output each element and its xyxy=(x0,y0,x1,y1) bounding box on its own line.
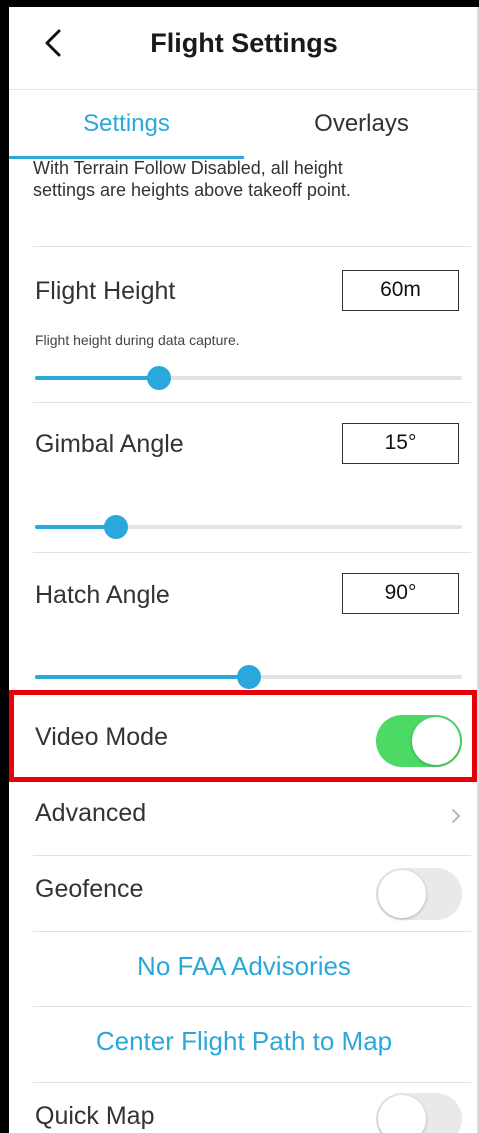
quick-map-label: Quick Map xyxy=(35,1102,155,1130)
slider-fill xyxy=(35,376,159,380)
flight-height-slider[interactable] xyxy=(35,366,462,390)
flight-height-help: Flight height during data capture. xyxy=(35,332,240,348)
advanced-label[interactable]: Advanced xyxy=(35,799,146,828)
gimbal-angle-label: Gimbal Angle xyxy=(35,430,184,458)
divider xyxy=(33,1082,471,1083)
toggle-knob xyxy=(378,1095,426,1133)
toggle-knob xyxy=(412,717,460,765)
chevron-right-icon[interactable] xyxy=(447,807,465,825)
divider xyxy=(33,780,471,781)
tab-overlays[interactable]: Overlays xyxy=(244,90,479,160)
geofence-label: Geofence xyxy=(35,875,144,903)
divider xyxy=(33,552,471,553)
slider-thumb[interactable] xyxy=(236,665,261,689)
slider-thumb[interactable] xyxy=(146,366,171,390)
flight-height-label: Flight Height xyxy=(35,277,176,305)
gimbal-angle-slider[interactable] xyxy=(35,515,462,539)
divider xyxy=(33,931,471,932)
slider-thumb[interactable] xyxy=(104,515,129,539)
flight-settings-screen: Flight Settings Settings Overlays With T… xyxy=(9,7,479,1133)
tab-bar: Settings Overlays xyxy=(9,90,479,160)
gimbal-angle-input[interactable]: 15° xyxy=(342,423,459,464)
toggle-knob xyxy=(378,870,426,918)
hatch-angle-slider[interactable] xyxy=(35,665,462,689)
page-title: Flight Settings xyxy=(150,28,338,58)
center-flight-path-link[interactable]: Center Flight Path to Map xyxy=(9,1026,479,1057)
tab-settings[interactable]: Settings xyxy=(9,90,244,160)
header: Flight Settings xyxy=(9,7,479,90)
video-mode-toggle[interactable] xyxy=(376,715,462,767)
divider xyxy=(33,855,471,856)
divider xyxy=(33,1006,471,1007)
slider-fill xyxy=(35,675,249,679)
geofence-toggle[interactable] xyxy=(376,868,462,920)
terrain-info-text: With Terrain Follow Disabled, all height… xyxy=(33,158,351,200)
hatch-angle-label: Hatch Angle xyxy=(35,581,170,609)
quick-map-toggle[interactable] xyxy=(376,1093,462,1133)
hatch-angle-input[interactable]: 90° xyxy=(342,573,459,614)
video-mode-label: Video Mode xyxy=(35,723,168,751)
flight-height-input[interactable]: 60m xyxy=(342,270,459,311)
divider xyxy=(33,246,471,247)
divider xyxy=(33,402,471,403)
faa-advisories-link[interactable]: No FAA Advisories xyxy=(9,951,479,982)
